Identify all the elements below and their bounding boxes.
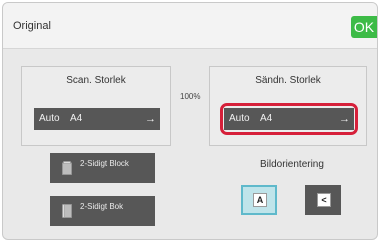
ok-button[interactable]: OK bbox=[351, 16, 377, 38]
scan-size-panel: Scan. Storlek Auto A4 → bbox=[21, 66, 171, 146]
dialog-header: Original OK bbox=[3, 3, 377, 49]
scan-size-auto: Auto bbox=[39, 113, 60, 124]
scan-size-paper: A4 bbox=[70, 113, 83, 124]
original-settings-dialog: Original OK Scan. Storlek Auto A4 → 100%… bbox=[2, 2, 378, 240]
duplex-bok-label: 2-Sidigt Bok bbox=[80, 202, 124, 211]
send-size-panel: Sändn. Storlek Auto A4 → bbox=[209, 66, 367, 146]
scan-size-title: Scan. Storlek bbox=[66, 75, 126, 86]
send-size-title: Sändn. Storlek bbox=[255, 75, 321, 86]
dialog-title: Original bbox=[13, 20, 51, 32]
duplex-block-button[interactable]: 2-Sidigt Block bbox=[50, 153, 155, 183]
duplex-block-icon bbox=[62, 161, 72, 175]
duplex-block-label: 2-Sidigt Block bbox=[80, 159, 129, 168]
arrow-right-icon: → bbox=[339, 113, 350, 125]
duplex-bok-icon bbox=[62, 204, 72, 218]
orientation-landscape-button[interactable]: < bbox=[305, 185, 341, 215]
portrait-a-icon: A bbox=[253, 193, 267, 207]
orientation-label: Bildorientering bbox=[260, 159, 324, 170]
zoom-ratio: 100% bbox=[180, 92, 201, 101]
landscape-a-icon: < bbox=[317, 193, 331, 207]
orientation-portrait-button[interactable]: A bbox=[241, 185, 277, 215]
arrow-right-icon: → bbox=[145, 113, 156, 125]
send-size-auto: Auto bbox=[229, 113, 250, 124]
send-size-button[interactable]: Auto A4 → bbox=[224, 108, 354, 130]
scan-size-button[interactable]: Auto A4 → bbox=[34, 108, 160, 130]
duplex-bok-button[interactable]: 2-Sidigt Bok bbox=[50, 196, 155, 226]
send-size-paper: A4 bbox=[260, 113, 273, 124]
